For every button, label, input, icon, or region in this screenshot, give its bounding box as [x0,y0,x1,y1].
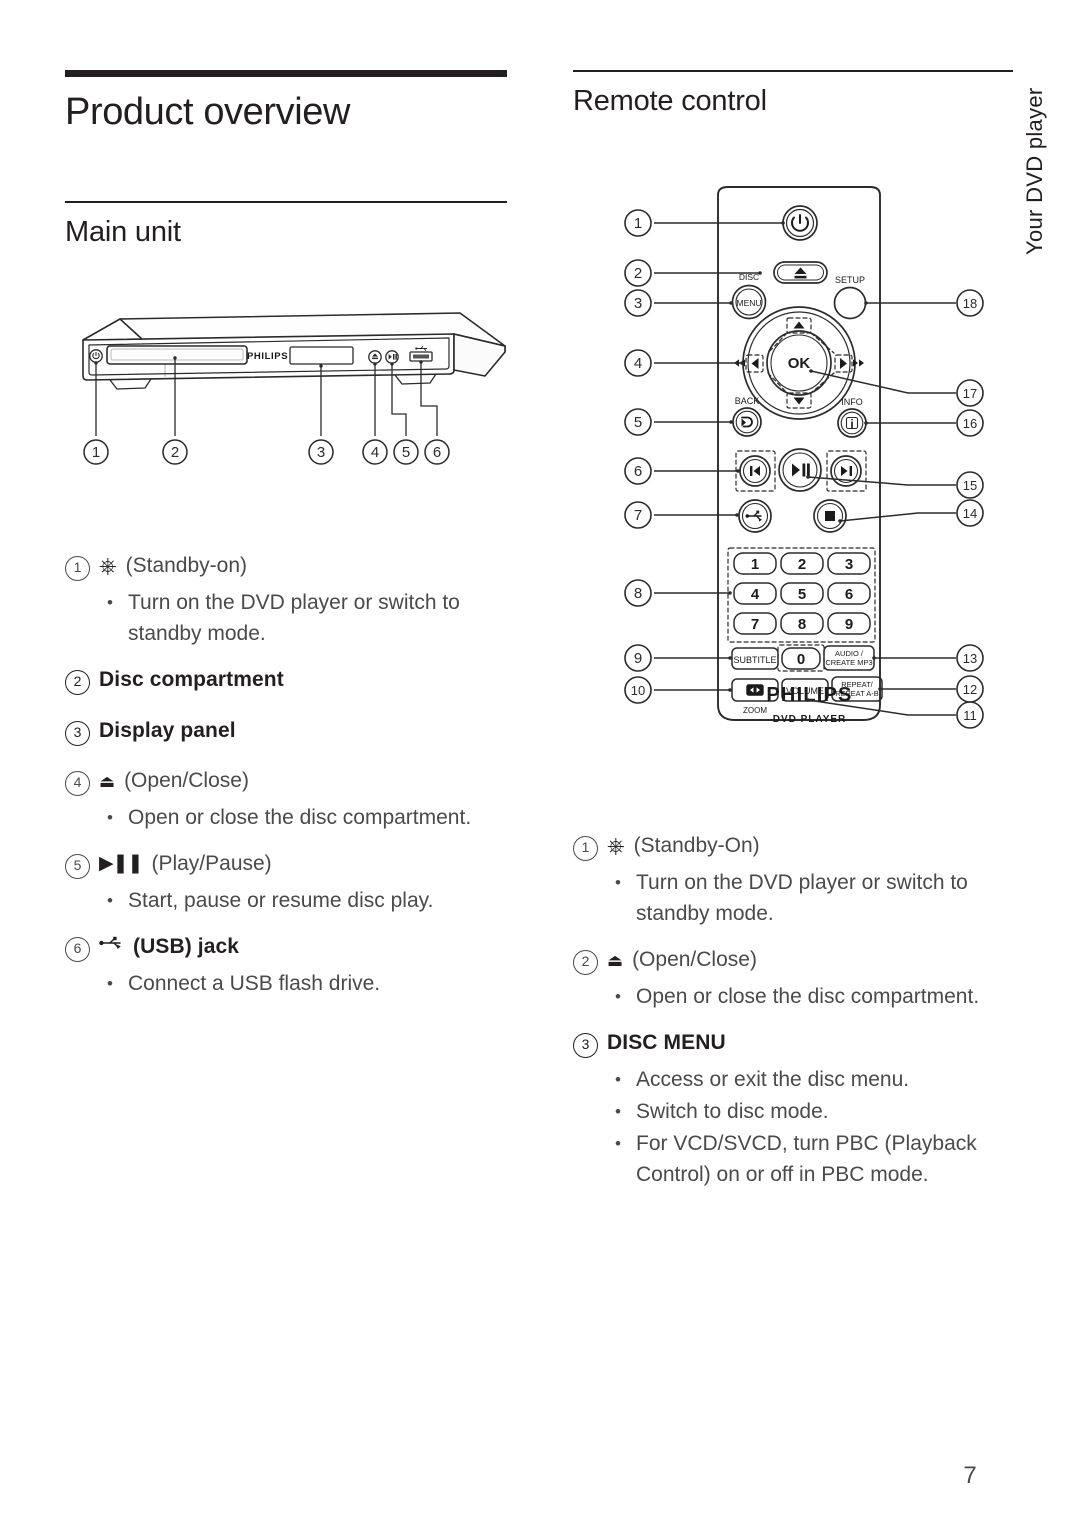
remote-callout-16: 16 [963,416,977,431]
remote-callout-11: 11 [963,708,977,723]
list-item: Connect a USB flash drive. [65,968,515,999]
legend-entry: 1 ⎈ (Standby-On) Turn on the DVD player … [573,832,1023,929]
callout-number: 1 [573,836,598,861]
remote-callout-4: 4 [634,355,642,372]
remote-legend: 1 ⎈ (Standby-On) Turn on the DVD player … [573,832,1023,1207]
remote-callout-12: 12 [963,682,977,697]
legend-label: Display panel [99,719,236,742]
unit-callout-4: 4 [371,444,379,461]
legend-entry: 1 ⎈ (Standby-on) Turn on the DVD player … [65,552,515,649]
power-standby-icon: ⎈ [607,833,625,858]
unit-callout-5: 5 [402,444,410,461]
legend-label: Disc compartment [99,668,284,691]
legend-entry: 2 Disc compartment [65,666,515,695]
legend-entry: 5 ▶❚❚ (Play/Pause) Start, pause or resum… [65,850,515,916]
callout-number: 2 [65,670,90,695]
list-item: Access or exit the disc menu. [573,1064,1023,1095]
remote-callout-17: 17 [963,386,977,401]
legend-bullets: Open or close the disc compartment. [573,981,1023,1012]
legend-label: (Open/Close) [632,948,757,971]
play-pause-icon: ▶❚❚ [99,853,143,874]
callout-number: 4 [65,771,90,796]
list-item: Open or close the disc compartment. [573,981,1023,1012]
legend-bullets: Turn on the DVD player or switch to stan… [65,587,515,649]
list-item: Turn on the DVD player or switch to stan… [65,587,515,649]
legend-entry: 3 DISC MENU Access or exit the disc menu… [573,1029,1023,1190]
list-item: Start, pause or resume disc play. [65,885,515,916]
callout-number: 3 [573,1033,598,1058]
legend-label: (Play/Pause) [151,852,272,875]
remote-callout-10: 10 [631,683,645,698]
main-unit-legend: 1 ⎈ (Standby-on) Turn on the DVD player … [65,552,515,1016]
section-rule-remote [573,70,1013,72]
side-tab-label: Your DVD player [1022,87,1047,255]
legend-bullets: Open or close the disc compartment. [65,802,515,833]
svg-text:PHILIPS: PHILIPS [247,351,288,362]
callout-number: 3 [65,721,90,746]
callout-number: 2 [573,950,598,975]
eject-icon: ⏏ [99,772,116,791]
section-title-remote: Remote control [573,85,767,117]
page-number: 7 [963,1462,977,1489]
power-standby-icon: ⎈ [99,553,117,578]
legend-label: (Standby-On) [633,834,760,857]
unit-callout-3: 3 [317,444,325,461]
left-column: Product overview Main unit [65,70,507,249]
legend-label: (USB) jack [133,935,240,958]
remote-callout-13: 13 [963,651,977,666]
legend-bullets: Start, pause or resume disc play. [65,885,515,916]
legend-entry: 3 Display panel [65,717,515,746]
legend-label: (Standby-on) [125,554,248,577]
remote-callout-1: 1 [634,215,642,232]
eject-icon: ⏏ [607,951,624,970]
remote-callout-18: 18 [963,296,977,311]
callout-number: 1 [65,556,90,581]
manual-page: Product overview Main unit PHILIPS 1 2 3… [0,0,1080,1527]
legend-bullets: Access or exit the disc menu. Switch to … [573,1064,1023,1190]
section-rule-main-unit [65,200,507,203]
remote-callout-7: 7 [634,507,642,524]
remote-callout-8: 8 [634,585,642,602]
list-item: Turn on the DVD player or switch to stan… [573,867,1023,929]
remote-callout-3: 3 [634,295,642,312]
title-rule [65,70,507,77]
list-item: Open or close the disc compartment. [65,802,515,833]
legend-entry: 6 (USB) jack Connect a USB flash drive. [65,933,515,999]
right-column: Remote control [573,70,1013,118]
remote-callout-14: 14 [963,506,977,521]
legend-entry: 2 ⏏ (Open/Close) Open or close the disc … [573,946,1023,1012]
main-unit-illustration: PHILIPS 1 2 3 4 5 6 [65,288,515,488]
remote-callout-6: 6 [634,463,642,480]
remote-callout-15: 15 [963,478,977,493]
legend-label: (Open/Close) [124,769,249,792]
legend-bullets: Turn on the DVD player or switch to stan… [573,867,1023,929]
remote-callout-5: 5 [634,414,642,431]
callout-number: 5 [65,854,90,879]
unit-callout-1: 1 [92,444,100,461]
legend-entry: 4 ⏏ (Open/Close) Open or close the disc … [65,767,515,833]
section-title-main-unit: Main unit [65,215,181,248]
legend-label: DISC MENU [607,1031,726,1054]
page-title: Product overview [65,91,351,133]
callout-number: 6 [65,937,90,962]
usb-icon [99,936,125,950]
remote-callout-layer: 1 2 3 4 5 6 7 8 9 10 18 17 16 15 14 13 1… [624,209,984,729]
list-item: Switch to disc mode. [573,1096,1023,1127]
list-item: For VCD/SVCD, turn PBC (Playback Control… [573,1128,1023,1190]
unit-callout-2: 2 [171,444,179,461]
remote-callout-9: 9 [634,650,642,667]
unit-callout-6: 6 [433,444,441,461]
remote-callout-2: 2 [634,265,642,282]
legend-bullets: Connect a USB flash drive. [65,968,515,999]
